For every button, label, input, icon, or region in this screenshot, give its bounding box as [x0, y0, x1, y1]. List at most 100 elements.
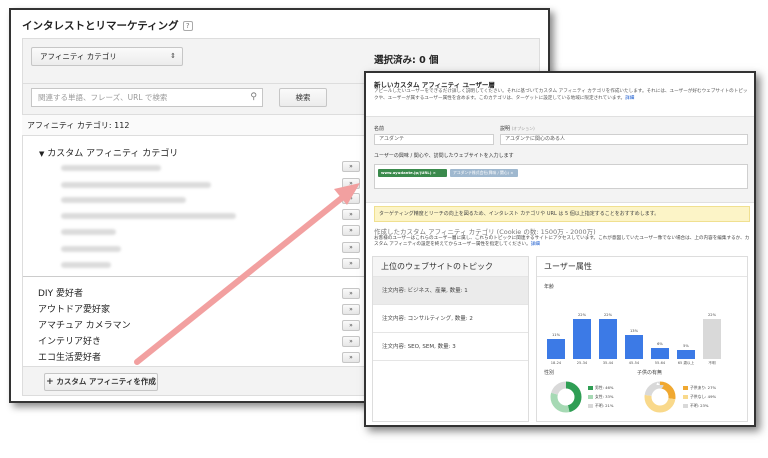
add-button[interactable]: »: [342, 258, 360, 269]
age-axis-label: 不明: [708, 361, 716, 365]
add-button[interactable]: »: [342, 161, 360, 172]
url-prompt: ユーザーの興味 / 関心や、訪問したウェブサイトを入力します: [374, 153, 514, 159]
list-item[interactable]: アウトドア愛好家: [38, 302, 110, 315]
category-type-dropdown[interactable]: アフィニティ カテゴリ ⇕: [31, 47, 183, 66]
add-button[interactable]: »: [342, 178, 360, 189]
desc-label-text: 説明: [500, 126, 511, 132]
add-button[interactable]: »: [342, 288, 360, 299]
parental-legend-item: 不明: 23%: [683, 403, 709, 409]
created-details-link[interactable]: 詳細: [531, 242, 540, 247]
blurred-item: [61, 246, 121, 252]
gender-legend-item: 女性: 33%: [588, 394, 614, 400]
list-item[interactable]: アマチュア カメラマン: [38, 318, 131, 331]
list-item[interactable]: エコ生活愛好者: [38, 350, 101, 363]
age-bar: [599, 318, 617, 359]
age-bar-value: 11%: [552, 332, 560, 337]
new-custom-affinity-dialog: 新しいカスタム アフィニティ ユーザー層 アピールしたいユーザーをできるだけ詳し…: [364, 71, 756, 427]
legend-text: 子供なし: 49%: [690, 394, 717, 399]
blurred-item: [61, 182, 211, 188]
topic-row: 注文内容: SEO, SEM, 数量: 3: [373, 333, 528, 361]
age-axis-label: 65 歳以上: [677, 361, 695, 365]
legend-swatch: [683, 386, 688, 390]
name-field[interactable]: アユダンテ: [374, 134, 494, 145]
description-field[interactable]: アユダンテに関心のある人: [500, 134, 748, 145]
top-topics-card: 上位のウェブサイトのトピック 注文内容: ビジネス、産業, 数量: 1 注文内容…: [372, 256, 529, 422]
age-bar-value: 6%: [657, 341, 663, 346]
search-icon: ⚲: [250, 92, 257, 102]
blurred-item: [61, 213, 236, 219]
help-icon[interactable]: ?: [182, 21, 193, 31]
age-bar-value: 22%: [708, 312, 716, 317]
legend-text: 子供あり: 27%: [690, 385, 717, 390]
input-section: 名前 アユダンテ 説明 (オプション) アユダンテに関心のある人 ユーザーの興味…: [366, 116, 754, 203]
selected-count: 選択済み: 0 個: [374, 55, 439, 66]
interest-tag[interactable]: アユダンテ株式会社(興味 / 関心) ×: [450, 169, 518, 177]
list-item[interactable]: DIY 愛好者: [38, 286, 83, 299]
search-placeholder: 関連する単語、フレーズ、URL で検索: [38, 93, 168, 102]
age-axis-label: 55-64: [654, 361, 666, 365]
age-axis-label: 25-34: [576, 361, 588, 365]
legend-text: 女性: 33%: [595, 394, 614, 399]
blurred-item: [61, 229, 116, 235]
blurred-item: [61, 197, 186, 203]
up-down-arrow-icon: ⇕: [170, 52, 176, 60]
created-desc-text: お客様のユーザーはこれらのユーザー層に属し、これらのトピックに関連するサイトにア…: [374, 236, 750, 247]
optional-label: (オプション): [511, 126, 535, 131]
legend-text: 男性: 46%: [595, 385, 614, 390]
custom-group-label: カスタム アフィニティ カテゴリ: [47, 149, 179, 159]
gender-legend-item: 不明: 21%: [588, 403, 614, 409]
url-tag[interactable]: www.ayudante.jp/(URL) ×: [378, 169, 447, 177]
add-button[interactable]: »: [342, 242, 360, 253]
topics-card-title: 上位のウェブサイトのトピック: [373, 257, 528, 277]
demographics-title: ユーザー属性: [537, 257, 747, 277]
age-bar: [625, 335, 643, 359]
list-footer: + カスタム アフィニティを作成: [22, 366, 372, 396]
legend-swatch: [588, 395, 593, 399]
age-bar-value: 13%: [630, 329, 638, 334]
dialog-description: アピールしたいユーザーをできるだけ詳しく説明してください。それに基づいてカスタム…: [374, 89, 750, 102]
create-button-label: カスタム アフィニティを作成: [56, 377, 156, 386]
details-link[interactable]: 詳細: [625, 96, 634, 101]
add-button[interactable]: »: [342, 336, 360, 347]
custom-affinity-group[interactable]: ▼ カスタム アフィニティ カテゴリ: [39, 146, 178, 159]
age-axis-label: 45-54: [628, 361, 640, 365]
age-bar-value: 22%: [578, 312, 586, 317]
dialog-title: 新しいカスタム アフィニティ ユーザー層: [374, 81, 495, 89]
add-button[interactable]: »: [342, 225, 360, 236]
add-button[interactable]: »: [342, 304, 360, 315]
add-button[interactable]: »: [342, 320, 360, 331]
parental-donut-chart: [644, 381, 676, 413]
add-button[interactable]: »: [342, 352, 360, 363]
create-custom-affinity-button[interactable]: + カスタム アフィニティを作成: [44, 373, 158, 391]
search-input[interactable]: 関連する単語、フレーズ、URL で検索 ⚲: [31, 88, 263, 107]
topic-row: 注文内容: コンサルティング, 数量: 2: [373, 305, 528, 333]
created-category-desc: お客様のユーザーはこれらのユーザー層に属し、これらのトピックに関連するサイトにア…: [374, 236, 750, 248]
age-bar-value: 5%: [683, 343, 689, 348]
category-list: ▼ カスタム アフィニティ カテゴリ » » » » » » » DIY 愛好者…: [22, 136, 372, 368]
legend-text: 不明: 21%: [595, 403, 614, 408]
panel-title: インタレストとリマーケティング?: [22, 18, 193, 33]
add-button[interactable]: »: [342, 209, 360, 220]
list-item[interactable]: インテリア好き: [38, 334, 101, 347]
legend-swatch: [683, 395, 688, 399]
legend-swatch: [588, 404, 593, 408]
desc-label: 説明 (オプション): [500, 125, 535, 132]
search-button[interactable]: 検索: [279, 88, 327, 107]
parental-legend-item: 子供なし: 49%: [683, 394, 716, 400]
age-bar: [573, 318, 591, 359]
age-axis-label: 18-24: [550, 361, 562, 365]
demographics-card: ユーザー属性 年齢 性別 男性: 46% 女性: 33% 不明: 21% 子供の…: [536, 256, 748, 422]
parental-legend-item: 子供あり: 27%: [683, 385, 716, 391]
panel-title-text: インタレストとリマーケティング: [22, 20, 179, 32]
interests-input[interactable]: www.ayudante.jp/(URL) × アユダンテ株式会社(興味 / 関…: [374, 164, 748, 189]
add-button[interactable]: »: [342, 193, 360, 204]
legend-swatch: [588, 386, 593, 390]
gender-donut-chart: [550, 381, 582, 413]
dropdown-value: アフィニティ カテゴリ: [40, 52, 117, 61]
age-axis-label: 35-44: [602, 361, 614, 365]
age-bar: [547, 338, 565, 359]
blurred-item: [61, 165, 161, 171]
name-label: 名前: [374, 126, 385, 132]
caret-down-icon: ▼: [39, 150, 45, 158]
topic-row: 注文内容: ビジネス、産業, 数量: 1: [373, 277, 528, 305]
